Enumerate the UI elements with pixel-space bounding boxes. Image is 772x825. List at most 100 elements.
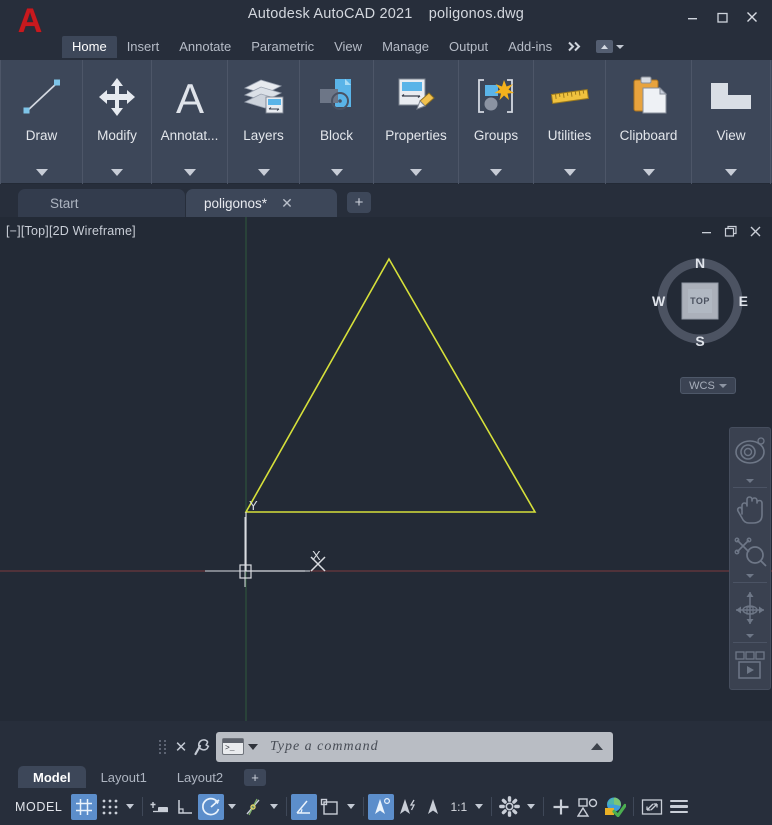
ribbon-panel-view-expand-icon[interactable]: [725, 169, 737, 176]
isometric-settings-chevron-down-icon[interactable]: [266, 794, 282, 820]
triangle-polygon: [244, 257, 537, 513]
hardware-acceleration-button[interactable]: [601, 794, 629, 820]
drawing-canvas[interactable]: Y X [−][Top][2D Wireframe] N E S W TOP W…: [0, 217, 772, 721]
viewcube-east-label[interactable]: E: [739, 293, 748, 309]
ribbon-panel-annotation-expand-icon[interactable]: [183, 169, 196, 176]
steering-wheel-chevron-down-icon[interactable]: [746, 479, 754, 484]
object-snap-tracking-toggle[interactable]: [317, 794, 343, 820]
isolate-objects-button[interactable]: [574, 794, 601, 820]
grid-display-toggle[interactable]: [71, 793, 98, 820]
ribbon-tab-addins[interactable]: Add-ins: [498, 36, 562, 58]
annotation-scale-value[interactable]: 1:1: [446, 800, 471, 814]
viewport-close-icon[interactable]: [749, 225, 762, 238]
file-tab-close-icon[interactable]: ✕: [281, 196, 293, 210]
annotation-scale-chevron-down-icon[interactable]: [471, 794, 487, 820]
snap-settings-chevron-down-icon[interactable]: [122, 794, 138, 820]
ortho-mode-toggle[interactable]: [173, 794, 198, 820]
properties-icon: [393, 68, 439, 126]
wrench-icon[interactable]: [190, 738, 212, 756]
ribbon-panel-annotation[interactable]: A Annotat...: [152, 60, 228, 184]
ribbon-panel-draw-expand-icon[interactable]: [35, 169, 48, 176]
ribbon-tab-parametric[interactable]: Parametric: [241, 36, 324, 58]
minimize-icon[interactable]: [678, 4, 706, 30]
zoom-extents-icon[interactable]: [729, 532, 771, 572]
ribbon-panel-bar: Draw Modify A Annotat... Layers Block Pr…: [0, 60, 772, 184]
ribbon-tabs-overflow-icon[interactable]: [562, 41, 589, 52]
object-snap-toggle[interactable]: [291, 793, 318, 820]
add-button[interactable]: [548, 794, 574, 820]
viewport-restore-icon[interactable]: [724, 225, 738, 238]
viewcube-south-label[interactable]: S: [695, 333, 704, 349]
layout-tab-layout1[interactable]: Layout1: [86, 766, 162, 788]
pan-hand-icon[interactable]: [729, 488, 771, 532]
ribbon-tab-output[interactable]: Output: [439, 36, 498, 58]
viewport-minimize-icon[interactable]: [700, 225, 713, 238]
drag-grip-icon[interactable]: [158, 736, 168, 758]
ribbon-panel-layers[interactable]: Layers: [228, 60, 300, 184]
ribbon-tab-home[interactable]: Home: [62, 35, 117, 58]
command-input[interactable]: Type a command: [270, 739, 591, 755]
viewport-config-label[interactable]: [−][Top][2D Wireframe]: [6, 224, 136, 238]
ribbon-panel-utilities[interactable]: Utilities: [534, 60, 606, 184]
ribbon-tab-manage[interactable]: Manage: [372, 36, 439, 58]
zoom-chevron-down-icon[interactable]: [746, 574, 754, 579]
minimize-ribbon-button[interactable]: [593, 39, 627, 54]
status-divider-4: [491, 797, 493, 816]
viewcube-top-face-label[interactable]: TOP: [690, 296, 710, 306]
ribbon-panel-block-expand-icon[interactable]: [330, 169, 343, 176]
ribbon-panel-utilities-expand-icon[interactable]: [563, 169, 576, 176]
command-history-chevron-down-icon[interactable]: [248, 743, 258, 750]
ribbon-panel-modify[interactable]: Modify: [83, 60, 152, 184]
viewcube-west-label[interactable]: W: [652, 293, 665, 309]
polar-settings-chevron-down-icon[interactable]: [224, 794, 240, 820]
ribbon-panel-block-label: Block: [319, 128, 353, 143]
maximize-icon[interactable]: [708, 4, 736, 30]
viewcube-north-label[interactable]: N: [695, 255, 705, 271]
annotation-visibility-toggle[interactable]: [368, 793, 395, 820]
command-line-close-icon[interactable]: ✕: [172, 738, 190, 756]
ribbon-tab-view[interactable]: View: [324, 36, 372, 58]
ribbon-panel-groups-expand-icon[interactable]: [490, 169, 502, 176]
ribbon-panel-block[interactable]: Block: [300, 60, 374, 184]
ribbon-panel-modify-expand-icon[interactable]: [111, 169, 123, 176]
workspace-chevron-down-icon[interactable]: [523, 794, 539, 820]
ribbon-panel-draw[interactable]: Draw: [0, 60, 83, 184]
osnap-settings-chevron-down-icon[interactable]: [343, 794, 359, 820]
ribbon-panel-clipboard[interactable]: Clipboard: [606, 60, 692, 184]
ribbon-panel-properties[interactable]: Properties: [374, 60, 459, 184]
annotation-scale-toggle[interactable]: [420, 794, 446, 820]
view-cube[interactable]: N E S W TOP: [652, 253, 748, 349]
orbit-icon[interactable]: [729, 583, 771, 632]
ribbon-tab-annotate[interactable]: Annotate: [169, 36, 241, 58]
close-icon[interactable]: [738, 4, 766, 30]
infer-constraints-toggle[interactable]: [147, 794, 173, 820]
ribbon-panel-properties-expand-icon[interactable]: [410, 169, 422, 176]
customization-menu-button[interactable]: [666, 794, 692, 820]
isometric-drafting-toggle[interactable]: [240, 794, 266, 820]
command-input-area[interactable]: >_ Type a command: [216, 731, 613, 762]
coordinate-system-dropdown[interactable]: WCS: [680, 377, 736, 394]
file-tab-poligonos[interactable]: poligonos* ✕: [186, 189, 337, 217]
ribbon-panel-layers-expand-icon[interactable]: [257, 169, 270, 176]
orbit-chevron-down-icon[interactable]: [746, 634, 754, 639]
layout-tab-model[interactable]: Model: [18, 766, 86, 788]
ribbon-panel-clipboard-expand-icon[interactable]: [642, 169, 655, 176]
clean-screen-button[interactable]: [638, 794, 666, 820]
ribbon-panel-view[interactable]: View: [692, 60, 771, 184]
polar-tracking-toggle[interactable]: [198, 793, 225, 820]
ribbon-options-chevron-down-icon[interactable]: [616, 44, 625, 49]
file-tab-start[interactable]: Start: [18, 189, 185, 217]
ribbon-panel-groups[interactable]: Groups: [459, 60, 534, 184]
new-file-tab-button[interactable]: +: [347, 192, 371, 213]
steering-wheel-icon[interactable]: [729, 428, 771, 477]
snap-mode-toggle[interactable]: [97, 794, 122, 820]
showmotion-icon[interactable]: [729, 643, 771, 689]
command-line[interactable]: ✕ >_ Type a command: [158, 730, 613, 763]
autoscale-annotation-toggle[interactable]: [394, 794, 420, 820]
layout-tab-layout2[interactable]: Layout2: [162, 766, 238, 788]
new-layout-button[interactable]: +: [244, 769, 267, 786]
ribbon-tab-insert[interactable]: Insert: [117, 36, 170, 58]
model-space-indicator[interactable]: MODEL: [6, 794, 71, 820]
command-expand-chevron-up-icon[interactable]: [591, 743, 603, 750]
workspace-switching-button[interactable]: [496, 794, 523, 820]
